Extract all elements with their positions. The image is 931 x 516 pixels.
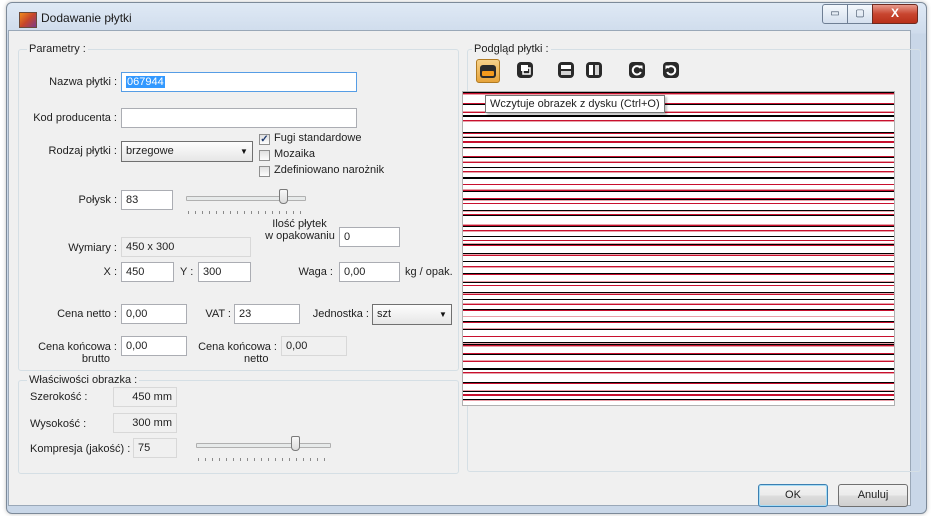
unit-label: Jednostka : [312,308,369,320]
flip-vertical-icon [586,62,602,78]
compression-slider-thumb[interactable] [291,436,300,451]
image-height-label: Wysokość : [30,418,87,430]
gloss-slider-track[interactable] [186,196,306,201]
weight-label: Waga : [298,266,333,278]
compression-slider-track[interactable] [196,443,331,448]
rotate-right-icon [629,62,645,78]
copy-image-button[interactable] [514,59,536,81]
producer-code-input[interactable] [121,108,357,128]
y-input[interactable]: 300 [198,262,251,282]
x-input[interactable]: 450 [121,262,174,282]
weight-unit: kg / opak. [405,266,453,278]
dimensions-value: 450 x 300 [121,237,251,257]
tile-name-value: 067944 [126,76,165,88]
x-label: X : [103,266,117,278]
final-gross-label-line1: Cena końcowa : [38,341,117,353]
flip-vertical-button[interactable] [583,59,605,81]
gloss-slider-thumb[interactable] [279,189,288,204]
chevron-down-icon: ▼ [240,147,248,156]
gloss-slider-ticks [188,211,302,214]
preview-stripe [463,401,894,405]
per-pack-input[interactable]: 0 [339,227,400,247]
net-price-label: Cena netto : [57,308,117,320]
final-net-value: 0,00 [281,336,347,356]
vat-label: VAT : [205,308,231,320]
copy-icon [517,62,533,78]
weight-input[interactable]: 0,00 [339,262,400,282]
preview-group-label: Podgląd płytki : [472,43,551,55]
open-image-button[interactable] [476,59,500,83]
grout-checkbox-label: Fugi standardowe [274,132,362,144]
mosaic-checkbox-label: Mozaika [274,148,315,160]
ok-button[interactable]: OK [758,484,828,507]
window-title: Dodawanie płytki [41,11,132,25]
unit-select[interactable]: szt ▼ [372,304,452,325]
title-bar[interactable]: Dodawanie płytki ▭ ▢ X [7,3,926,33]
chevron-down-icon: ▼ [439,310,447,319]
minimize-button[interactable]: ▭ [822,4,848,24]
per-pack-label-line1: Ilość płytek [272,218,327,230]
unit-value: szt [377,308,392,320]
open-folder-icon [480,65,496,78]
per-pack-label-line2: w opakowaniu [265,230,335,242]
dimensions-label: Wymiary : [68,242,117,254]
cancel-button[interactable]: Anuluj [838,484,908,507]
flip-horizontal-button[interactable] [555,59,577,81]
compression-label: Kompresja (jakość) : [30,443,131,455]
final-gross-input[interactable]: 0,00 [121,336,187,356]
grout-checkbox[interactable]: ✓ [259,134,270,145]
compression-value: 75 [133,438,177,458]
mosaic-checkbox[interactable] [259,150,270,161]
open-image-tooltip: Wczytuje obrazek z dysku (Ctrl+O) [485,95,665,113]
image-height-value: 300 mm [113,413,177,433]
corner-checkbox-label: Zdefiniowano narożnik [274,164,385,176]
final-gross-label-line2: brutto [81,353,110,365]
gloss-label: Połysk : [78,194,117,206]
close-button[interactable]: X [872,4,918,24]
rotate-right-button[interactable] [626,59,648,81]
tile-type-value: brzegowe [126,145,174,157]
vat-input[interactable]: 23 [234,304,300,324]
maximize-icon: ▢ [855,8,865,19]
tile-type-label: Rodzaj płytki : [48,145,117,157]
minimize-icon: ▭ [830,8,840,19]
compression-slider-ticks [198,458,327,461]
corner-checkbox[interactable] [259,166,270,177]
tile-name-input[interactable]: 067944 [121,72,357,92]
close-icon: X [890,6,899,20]
net-price-input[interactable]: 0,00 [121,304,187,324]
image-props-group-label: Właściwości obrazka : [27,374,140,386]
y-label: Y : [180,266,194,278]
tile-preview-image [462,91,895,406]
tile-type-select[interactable]: brzegowe ▼ [121,141,253,162]
image-width-label: Szerokość : [30,391,88,403]
image-width-value: 450 mm [113,387,177,407]
final-net-label-line1: Cena końcowa : [198,341,277,353]
rotate-left-icon [663,62,679,78]
producer-code-label: Kod producenta : [33,112,117,124]
params-group-label: Parametry : [27,43,88,55]
gloss-input[interactable]: 83 [121,190,173,210]
maximize-button[interactable]: ▢ [847,4,873,24]
rotate-left-button[interactable] [660,59,682,81]
tile-name-label: Nazwa płytki : [49,76,117,88]
app-icon [19,12,37,28]
final-net-label-line2: netto [244,353,269,365]
flip-horizontal-icon [558,62,574,78]
